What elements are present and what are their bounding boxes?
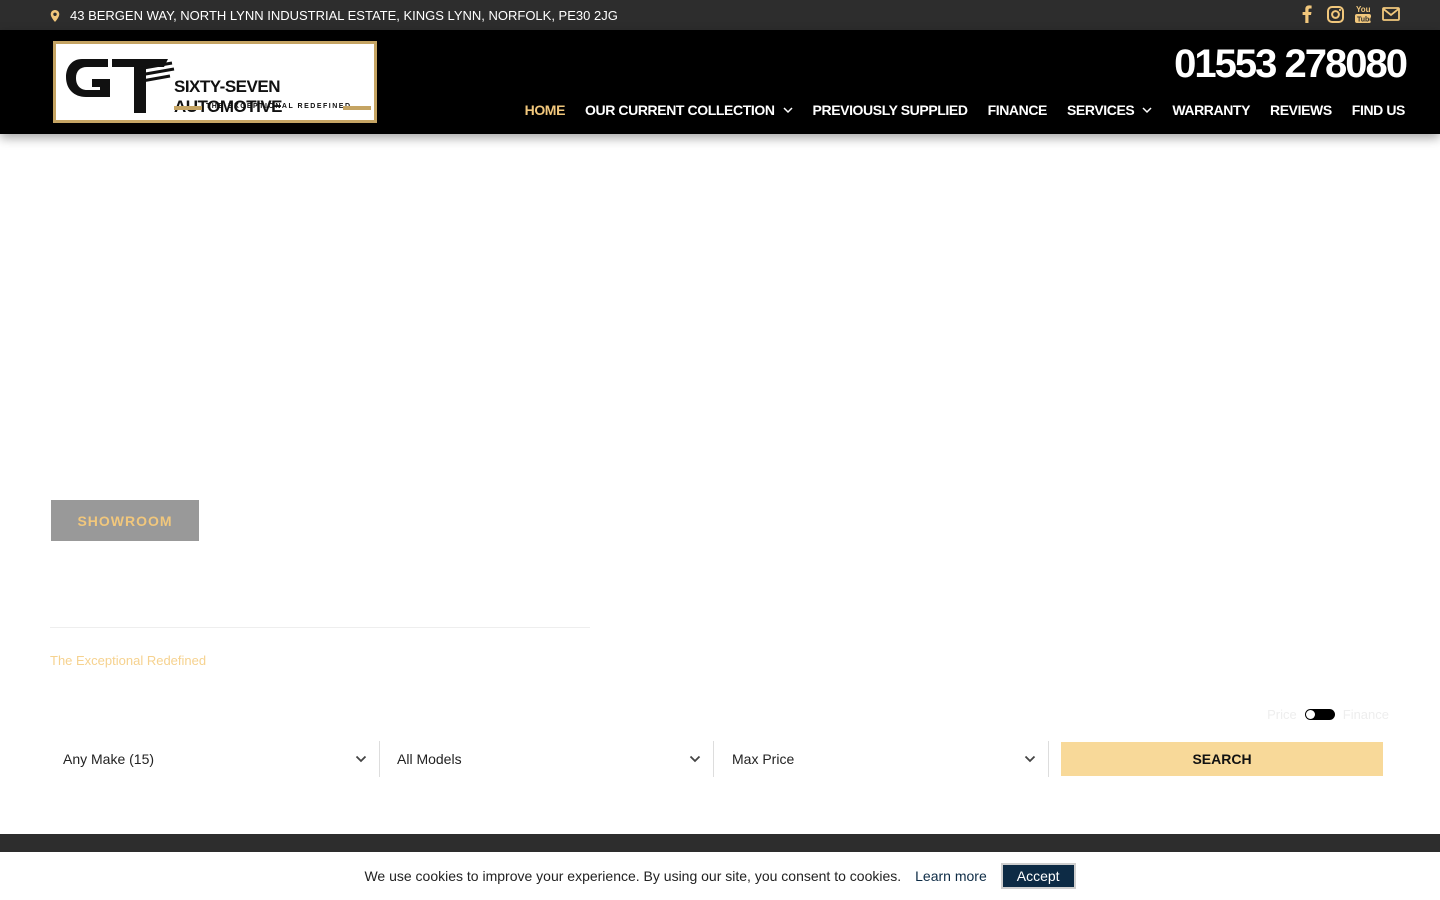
model-select-value: All Models [397, 751, 462, 767]
logo-tagline: THE EXCEPTIONAL REDEFINED [206, 103, 352, 110]
chevron-down-icon [783, 106, 793, 113]
logo-brand-text: SIXTY-SEVEN AUTOMOTIVE [174, 77, 283, 116]
svg-text:Tube: Tube [1357, 17, 1372, 24]
price-finance-switch[interactable] [1304, 709, 1335, 720]
select-separator [1048, 741, 1049, 777]
instagram-icon[interactable] [1326, 4, 1344, 24]
nav-item-home[interactable]: HOME [524, 102, 566, 118]
select-separator [713, 741, 714, 777]
nav-item-previously-supplied[interactable]: PREVIOUSLY SUPPLIED [813, 102, 968, 118]
hero-tagline: The Exceptional Redefined [50, 653, 207, 668]
search-button[interactable]: SEARCH [1061, 742, 1383, 776]
phone-number[interactable]: 01553 278080 [1174, 42, 1408, 87]
chevron-down-icon [355, 755, 367, 763]
social-links: You Tube [1298, 4, 1400, 24]
make-select-value: Any Make (15) [63, 751, 155, 767]
nav-item-find-us[interactable]: FIND US [1351, 102, 1406, 118]
chevron-down-icon [1024, 755, 1036, 763]
switch-knob [1305, 710, 1315, 719]
cookie-learn-more-link[interactable]: Learn more [915, 868, 987, 884]
logo-accent-bar [343, 106, 371, 110]
address-text: 43 BERGEN WAY, NORTH LYNN INDUSTRIAL EST… [70, 8, 618, 23]
make-select[interactable]: Any Make (15) [51, 741, 379, 777]
nav-item-finance[interactable]: FINANCE [987, 102, 1048, 118]
site-logo[interactable]: SIXTY-SEVEN AUTOMOTIVE THE EXCEPTIONAL R… [53, 41, 377, 123]
select-separator [379, 741, 380, 777]
gt-logo-mark [66, 59, 175, 113]
nav-item-label: PREVIOUSLY SUPPLIED [812, 102, 968, 118]
chevron-down-icon [689, 755, 701, 763]
main-nav: HOME OUR CURRENT COLLECTION PREVIOUSLY S… [524, 102, 1406, 118]
site-header: SIXTY-SEVEN AUTOMOTIVE THE EXCEPTIONAL R… [0, 30, 1440, 134]
cookie-message: We use cookies to improve your experienc… [364, 868, 902, 884]
max-price-select-value: Max Price [732, 751, 795, 767]
hero-divider [50, 627, 590, 628]
footer-strip [0, 834, 1440, 852]
address: 43 BERGEN WAY, NORTH LYNN INDUSTRIAL EST… [50, 8, 618, 23]
map-pin-icon [50, 9, 60, 22]
facebook-icon[interactable] [1298, 4, 1316, 24]
logo-accent-bar [174, 106, 202, 110]
nav-item-label: FIND US [1351, 102, 1406, 118]
nav-item-label: WARRANTY [1172, 102, 1251, 118]
nav-item-label: REVIEWS [1270, 102, 1332, 118]
model-select[interactable]: All Models [385, 741, 713, 777]
cookie-accept-button[interactable]: Accept [1000, 863, 1076, 889]
nav-item-label: OUR CURRENT COLLECTION [585, 102, 775, 118]
nav-item-warranty[interactable]: WARRANTY [1172, 102, 1250, 118]
nav-item-current-collection[interactable]: OUR CURRENT COLLECTION [585, 102, 793, 118]
nav-item-services[interactable]: SERVICES [1067, 102, 1152, 118]
vehicle-search-form: Any Make (15) All Models Max Price SEARC… [51, 741, 1384, 777]
nav-item-label: HOME [524, 102, 566, 118]
nav-item-label: FINANCE [987, 102, 1048, 118]
toggle-label-price: Price [1267, 707, 1297, 722]
top-bar: 43 BERGEN WAY, NORTH LYNN INDUSTRIAL EST… [0, 0, 1440, 30]
toggle-label-finance: Finance [1342, 707, 1389, 722]
chevron-down-icon [1142, 106, 1152, 113]
max-price-select[interactable]: Max Price [720, 741, 1048, 777]
nav-item-label: SERVICES [1066, 102, 1135, 118]
cookie-banner: We use cookies to improve your experienc… [0, 852, 1440, 900]
svg-text:You: You [1356, 5, 1371, 14]
envelope-icon[interactable] [1382, 4, 1400, 24]
youtube-icon[interactable]: You Tube [1354, 4, 1372, 24]
nav-item-reviews[interactable]: REVIEWS [1270, 102, 1332, 118]
price-finance-toggle: Price Finance [1267, 707, 1389, 722]
showroom-button[interactable]: SHOWROOM [51, 500, 199, 541]
